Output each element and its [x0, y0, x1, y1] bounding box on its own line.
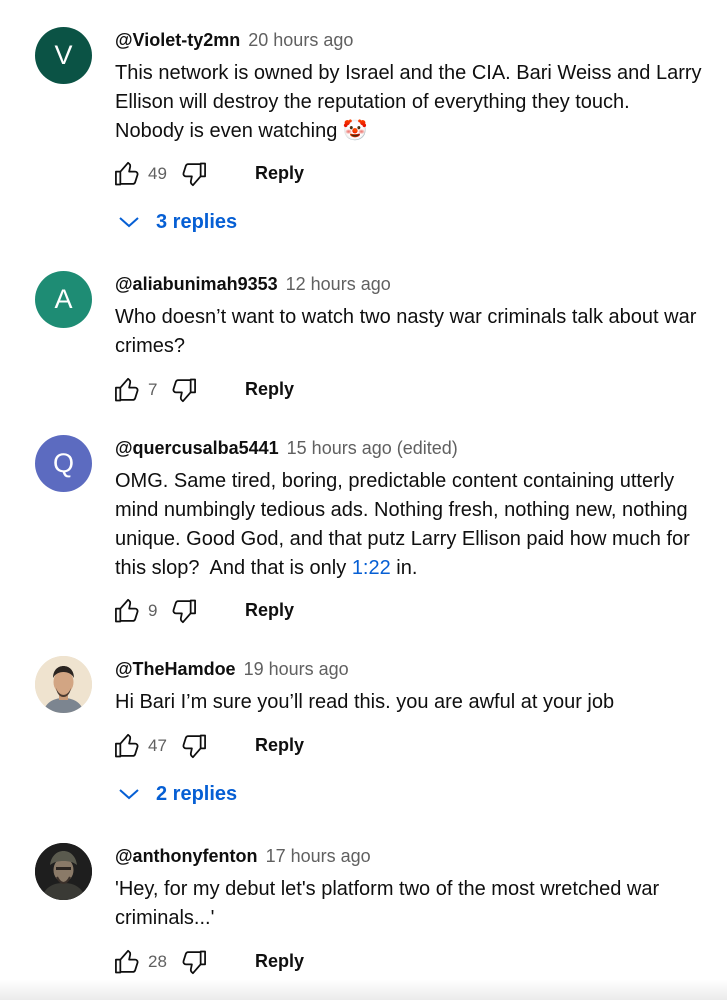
- like-count: 49: [148, 164, 167, 183]
- comment-actions: 47 Reply: [113, 731, 304, 761]
- view-replies-button[interactable]: 2 replies: [118, 780, 237, 808]
- thumb-up-icon: [115, 733, 139, 758]
- dislike-button[interactable]: [170, 597, 198, 625]
- view-replies-button[interactable]: 3 replies: [118, 208, 237, 236]
- thumb-down-icon: [172, 599, 197, 624]
- timestamp-link[interactable]: 1:22: [352, 557, 391, 579]
- thumb-down-icon: [182, 734, 206, 759]
- replies-count: 2 replies: [156, 782, 238, 805]
- comment-line: 'Hey, for my debut let's platform two of…: [115, 878, 660, 900]
- avatar[interactable]: [35, 843, 92, 900]
- thumb-down-icon: [172, 378, 197, 403]
- comment-line: Nobody is even watching 🤡: [115, 120, 368, 142]
- chevron-down-icon: [118, 215, 140, 229]
- comment-actions: 7 Reply: [113, 375, 294, 405]
- reply-button[interactable]: Reply: [245, 379, 294, 400]
- comment-line: Hi Bari I’m sure you’ll read this. you a…: [115, 691, 615, 713]
- replies-count: 3 replies: [156, 210, 238, 233]
- like-count: 47: [148, 736, 167, 755]
- comment-text: Hi Bari I’m sure you’ll read this. you a…: [115, 688, 713, 717]
- like-button[interactable]: [113, 597, 141, 625]
- thumb-up-icon: [115, 949, 139, 974]
- comment-author[interactable]: @Violet-ty2mn: [115, 30, 240, 50]
- comment-author[interactable]: @TheHamdoe: [115, 659, 236, 679]
- comment-author[interactable]: @quercusalba5441: [115, 438, 279, 458]
- comment-actions: 28 Reply: [113, 947, 304, 977]
- comment-line: Ellison will destroy the reputation of e…: [115, 91, 630, 113]
- comment-time[interactable]: 20 hours ago: [248, 30, 353, 50]
- like-count: 7: [148, 380, 158, 399]
- comment-time[interactable]: 19 hours ago: [244, 659, 349, 679]
- avatar[interactable]: [35, 656, 92, 713]
- comment-time[interactable]: 15 hours ago (edited): [287, 438, 458, 458]
- comment-text: This network is owned by Israel and the …: [115, 59, 713, 146]
- comment-time[interactable]: 12 hours ago: [286, 274, 391, 294]
- thumb-up-icon: [115, 598, 139, 623]
- dislike-button[interactable]: [180, 160, 208, 188]
- dislike-button[interactable]: [180, 948, 208, 976]
- comment-line: This network is owned by Israel and the …: [115, 62, 702, 84]
- avatar[interactable]: Q: [35, 435, 92, 492]
- comment-actions: 9 Reply: [113, 596, 294, 626]
- reply-button[interactable]: Reply: [255, 951, 304, 972]
- like-count: 28: [148, 952, 167, 971]
- comment-text: 'Hey, for my debut let's platform two of…: [115, 875, 713, 933]
- comment-line: criminals...': [115, 907, 215, 929]
- profile-photo-icon: [35, 656, 92, 713]
- comment-line: Who doesn’t want to watch two nasty war …: [115, 306, 697, 328]
- like-button[interactable]: [113, 376, 141, 404]
- reply-button[interactable]: Reply: [255, 163, 304, 184]
- comment-text: Who doesn’t want to watch two nasty war …: [115, 303, 713, 361]
- chevron-down-icon: [118, 787, 140, 801]
- comment-text: OMG. Same tired, boring, predictable con…: [115, 467, 713, 583]
- reply-button[interactable]: Reply: [255, 735, 304, 756]
- comment-time[interactable]: 17 hours ago: [266, 846, 371, 866]
- thumb-down-icon: [182, 950, 206, 975]
- comment-line: OMG. Same tired, boring, predictable con…: [115, 470, 675, 492]
- comment-line-text: in.: [390, 557, 418, 579]
- like-count: 9: [148, 601, 158, 620]
- comment-line: unique. Good God, and that putz Larry El…: [115, 528, 690, 550]
- comment-line: this slop? And that is only 1:22 in.: [115, 554, 713, 583]
- like-button[interactable]: [113, 732, 141, 760]
- thumb-up-icon: [115, 161, 139, 186]
- dislike-button[interactable]: [170, 376, 198, 404]
- profile-photo-icon: [35, 843, 92, 900]
- like-button[interactable]: [113, 160, 141, 188]
- comment-author[interactable]: @aliabunimah9353: [115, 274, 278, 294]
- comment-line-text: this slop? And that is only: [115, 557, 352, 579]
- thumb-up-icon: [115, 377, 139, 402]
- avatar[interactable]: A: [35, 271, 92, 328]
- reply-button[interactable]: Reply: [245, 600, 294, 621]
- dislike-button[interactable]: [180, 732, 208, 760]
- bottom-fade: [0, 980, 727, 1000]
- avatar[interactable]: V: [35, 27, 92, 84]
- comment-line: mind numbingly tedious ads. Nothing fres…: [115, 499, 688, 521]
- comment-line: crimes?: [115, 335, 186, 357]
- comment-actions: 49 Reply: [113, 159, 304, 189]
- comment-author[interactable]: @anthonyfenton: [115, 846, 258, 866]
- thumb-down-icon: [182, 162, 206, 187]
- like-button[interactable]: [113, 948, 141, 976]
